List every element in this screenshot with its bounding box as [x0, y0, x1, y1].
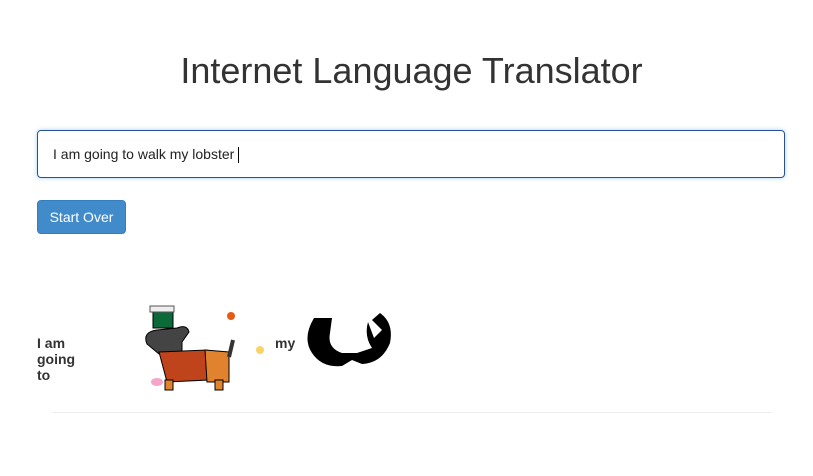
page-title: Internet Language Translator	[180, 50, 643, 91]
text-caret	[238, 147, 240, 164]
output-text: I am going to	[37, 335, 76, 383]
lobster-icon	[307, 313, 391, 367]
start-over-button[interactable]: Start Over	[37, 200, 126, 234]
input-value: I am going to walk my lobster	[53, 146, 235, 162]
walking-dog-icon	[145, 305, 264, 391]
output-text: my	[275, 335, 296, 351]
divider	[52, 412, 772, 413]
translate-input[interactable]: I am going to walk my lobster	[37, 130, 785, 178]
